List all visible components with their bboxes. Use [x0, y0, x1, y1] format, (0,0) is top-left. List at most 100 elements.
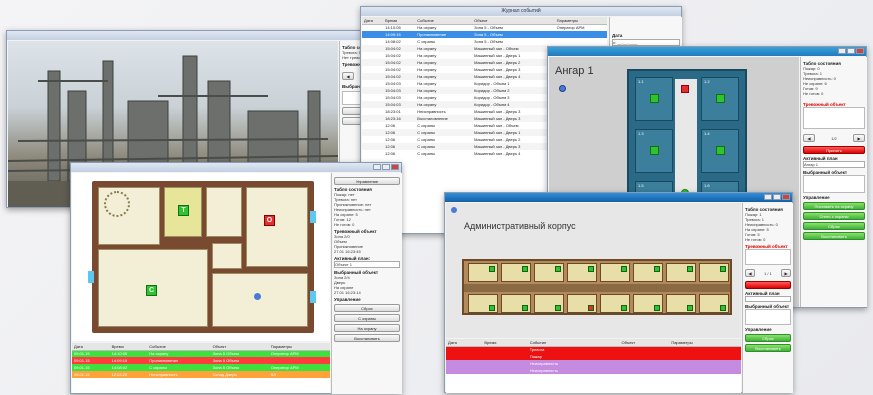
next-button[interactable]: ▶ [781, 269, 791, 277]
room-sensor[interactable] [621, 305, 627, 311]
control-button[interactable]: Восстановить [803, 232, 865, 240]
admin-room[interactable] [699, 263, 729, 282]
table-row[interactable]: Тревога [446, 346, 741, 353]
column-header[interactable]: Событие [527, 339, 620, 347]
prev-button[interactable]: ◀ [803, 134, 815, 142]
admin-room[interactable] [534, 294, 564, 313]
hangar-cell[interactable]: 1.1 [635, 77, 673, 121]
control-button[interactable]: С охраны [334, 314, 400, 322]
house-event-table: Дата Время Событие Объект Параметры 09.01.15 1… [72, 343, 330, 393]
table-row[interactable]: Неисправность [446, 367, 741, 374]
next-button[interactable]: ▶ [853, 134, 865, 142]
table-cell: 15:04:03 [385, 88, 401, 93]
active-plan-select[interactable]: Ангар 1 [803, 161, 865, 168]
room-sensor[interactable] [522, 266, 528, 272]
admin-room[interactable] [600, 263, 630, 282]
table-row[interactable] [446, 374, 741, 381]
admin-room[interactable] [501, 294, 531, 313]
column-header[interactable]: Объект [472, 17, 555, 25]
room-sensor[interactable] [621, 266, 627, 272]
active-plan-select[interactable] [745, 296, 791, 302]
admin-room[interactable] [501, 263, 531, 282]
hangar-cell[interactable]: 1.4 [701, 129, 739, 173]
room-sensor[interactable] [588, 305, 594, 311]
admin-room[interactable] [567, 263, 597, 282]
column-header[interactable]: Дата [446, 339, 483, 347]
table-row[interactable]: 09.01.15 12:03:20 Неисправность Склад Двери… [72, 371, 330, 378]
control-button[interactable]: На охрану [334, 324, 400, 332]
zone-sensor[interactable] [650, 146, 659, 155]
accept-button[interactable]: Принять [803, 146, 865, 154]
column-header[interactable]: Параметры [669, 339, 741, 347]
alarm-sensor[interactable] [681, 85, 689, 93]
admin-room[interactable] [567, 294, 597, 313]
room-sensor[interactable] [654, 305, 660, 311]
admin-room[interactable] [468, 294, 498, 313]
detector-icon[interactable] [254, 293, 261, 300]
window-sensor[interactable] [88, 271, 94, 283]
room-sensor[interactable] [588, 266, 594, 272]
zone-sensor[interactable] [650, 94, 659, 103]
cell-label: 1.5 [638, 183, 644, 188]
admin-room[interactable] [468, 263, 498, 282]
column-header[interactable]: Параметры [268, 343, 330, 351]
control-button[interactable]: Сброс [334, 304, 400, 312]
column-header[interactable]: Дата [362, 17, 384, 25]
control-button[interactable]: Снять с охраны [803, 212, 865, 220]
column-header[interactable]: Время [383, 17, 416, 25]
marker-o[interactable]: O [264, 215, 275, 226]
window-sensor[interactable] [310, 211, 316, 223]
room-sensor[interactable] [522, 305, 528, 311]
manage-button[interactable]: Управление [334, 177, 400, 185]
column-header[interactable]: Объект [619, 339, 670, 347]
admin-room[interactable] [666, 263, 696, 282]
room-sensor[interactable] [720, 266, 726, 272]
prev-button[interactable]: ◀ [745, 269, 755, 277]
table-row[interactable]: Пожар [446, 353, 741, 360]
column-header[interactable]: Объект [210, 343, 269, 351]
marker-t[interactable]: T [178, 205, 189, 216]
window-sensor[interactable] [310, 291, 316, 303]
control-button[interactable]: Восстановить [745, 344, 791, 352]
control-button[interactable]: Сброс [803, 222, 865, 230]
column-header[interactable]: Дата [72, 343, 110, 351]
hangar-cell[interactable]: 1.2 [701, 77, 739, 121]
room-sensor[interactable] [720, 305, 726, 311]
table-row[interactable]: 09.01.15 14:08:02 С охраны Зона 5 Объем Опер… [72, 364, 330, 371]
hangar-cell[interactable]: 1.3 [635, 129, 673, 173]
admin-room[interactable] [534, 263, 564, 282]
column-header[interactable]: Время [482, 339, 528, 347]
table-row[interactable]: 14:10:05 На охрану Зона 5 - Объем Оператор … [362, 24, 607, 31]
table-row[interactable]: 09.01.15 14:09:15 Проникновение Зона 5 Объе… [72, 357, 330, 364]
column-header[interactable]: Параметры [554, 17, 607, 25]
active-plan-select[interactable]: Объект 1 [334, 261, 400, 268]
admin-room[interactable] [633, 263, 663, 282]
prev-button[interactable]: ◀ [342, 72, 354, 80]
control-button[interactable]: Восстановить [334, 334, 400, 342]
room-sensor[interactable] [555, 266, 561, 272]
table-row[interactable]: Неисправность [446, 360, 741, 367]
alarm-bar[interactable] [745, 281, 791, 289]
admin-room[interactable] [600, 294, 630, 313]
zone-sensor[interactable] [716, 146, 725, 155]
date-from-field[interactable]: с: __.__.____ [612, 39, 680, 46]
admin-room[interactable] [666, 294, 696, 313]
table-row[interactable]: 14:09:15 Проникновение Зона 5 - Объем [362, 31, 607, 38]
room-sensor[interactable] [687, 305, 693, 311]
column-header[interactable]: Время [109, 343, 148, 351]
control-button[interactable]: Сброс [745, 334, 791, 342]
control-button[interactable]: Поставить на охрану [803, 202, 865, 210]
table-row[interactable]: 14:08:02 С охраны Зона 5 - Объем [362, 38, 607, 45]
room-sensor[interactable] [654, 266, 660, 272]
room-sensor[interactable] [687, 266, 693, 272]
zone-sensor[interactable] [716, 94, 725, 103]
admin-room[interactable] [699, 294, 729, 313]
room-sensor[interactable] [489, 305, 495, 311]
room-sensor[interactable] [489, 266, 495, 272]
column-header[interactable]: Событие [147, 343, 211, 351]
column-header[interactable]: Событие [415, 17, 473, 25]
admin-room[interactable] [633, 294, 663, 313]
marker-c[interactable]: C [146, 285, 157, 296]
table-row[interactable]: 09.01.15 14:10:05 На охрану Зона 5 Объем Опе… [72, 350, 330, 357]
room-sensor[interactable] [555, 305, 561, 311]
